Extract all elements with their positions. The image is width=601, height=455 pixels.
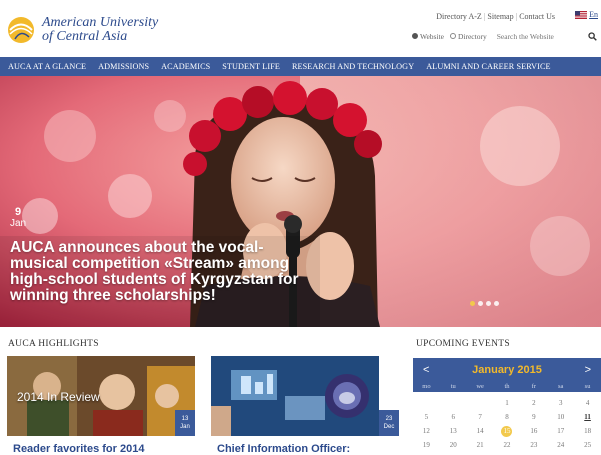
weekday-label: th bbox=[504, 383, 510, 390]
calendar-day[interactable]: 7 bbox=[467, 412, 494, 423]
site-header: American University of Central Asia Dire… bbox=[0, 0, 601, 57]
radio-directory-label: Directory bbox=[457, 31, 487, 41]
calendar-weekdays: mo tu we th fr sa su bbox=[413, 382, 601, 392]
calendar-day[interactable]: 25 bbox=[574, 440, 601, 451]
highlight-card-date-badge: 23 Dec bbox=[379, 410, 399, 436]
search-input[interactable] bbox=[496, 31, 571, 41]
calendar-day[interactable]: 2 bbox=[520, 398, 547, 409]
university-logo[interactable]: American University of Central Asia bbox=[6, 10, 176, 50]
hero-date: 9 Jan bbox=[10, 206, 26, 230]
slide-dot-4[interactable] bbox=[494, 301, 499, 306]
calendar-day[interactable]: 16 bbox=[520, 426, 547, 437]
calendar-next-icon[interactable]: > bbox=[585, 364, 591, 376]
calendar-day[interactable]: 6 bbox=[440, 412, 467, 423]
events-heading: UPCOMING EVENTS bbox=[416, 339, 510, 349]
calendar-day[interactable]: 24 bbox=[547, 440, 574, 451]
calendar-day[interactable]: 3 bbox=[547, 398, 574, 409]
nav-admissions[interactable]: ADMISSIONS bbox=[92, 62, 155, 71]
calendar-day-empty bbox=[467, 398, 494, 409]
hero-headline[interactable]: AUCA announces about the vocal-musical c… bbox=[10, 240, 310, 304]
hero-month: Jan bbox=[10, 218, 27, 229]
calendar-day[interactable]: 13 bbox=[440, 426, 467, 437]
slide-dot-3[interactable] bbox=[486, 301, 491, 306]
calendar-day[interactable]: 19 bbox=[413, 440, 440, 451]
search-bar: Website Directory bbox=[412, 29, 600, 43]
calendar-day[interactable]: 4 bbox=[574, 398, 601, 409]
logo-line-1: American University bbox=[42, 15, 159, 30]
highlight-card-date-badge: 13 Jan bbox=[175, 410, 195, 436]
weekday-label: we bbox=[476, 383, 484, 390]
calendar-day[interactable]: 14 bbox=[467, 426, 494, 437]
hero-day: 9 bbox=[15, 206, 22, 218]
calendar-day[interactable]: 22 bbox=[494, 440, 521, 451]
weekday-label: fr bbox=[531, 383, 537, 390]
top-links: Directory A-Z | Sitemap | Contact Us bbox=[436, 12, 555, 21]
nav-research-and-technology[interactable]: RESEARCH AND TECHNOLOGY bbox=[286, 62, 420, 71]
weekday-label: sa bbox=[558, 383, 564, 390]
logo-emblem-icon bbox=[6, 15, 36, 45]
search-icon[interactable] bbox=[586, 30, 598, 42]
calendar-prev-icon[interactable]: < bbox=[423, 364, 429, 376]
calendar-day-empty bbox=[440, 398, 467, 409]
highlight-card-image bbox=[211, 356, 379, 436]
radio-website-label: Website bbox=[420, 31, 444, 41]
badge-day: 23 bbox=[385, 416, 393, 422]
highlight-card[interactable]: 23 Dec Chief Information Officer: bbox=[211, 356, 399, 455]
calendar-day[interactable]: 8 bbox=[494, 412, 521, 423]
nav-academics[interactable]: ACADEMICS bbox=[155, 62, 216, 71]
language-label: En bbox=[589, 10, 598, 19]
calendar-day[interactable]: 15 bbox=[501, 426, 513, 437]
radio-directory[interactable] bbox=[449, 33, 456, 39]
calendar-header: < January 2015 > bbox=[413, 358, 601, 382]
slide-dot-2[interactable] bbox=[478, 301, 483, 306]
slide-dot-1[interactable] bbox=[470, 301, 475, 306]
calendar-day[interactable]: 9 bbox=[520, 412, 547, 423]
nav-student-life[interactable]: STUDENT LIFE bbox=[216, 62, 286, 71]
weekday-label: mo bbox=[422, 383, 431, 390]
badge-day: 13 bbox=[181, 416, 189, 422]
highlights-heading: AUCA HIGHLIGHTS bbox=[8, 339, 99, 349]
calendar-day[interactable]: 10 bbox=[547, 412, 574, 423]
weekday-label: tu bbox=[450, 383, 456, 390]
highlight-card-title[interactable]: Reader favorites for 2014 bbox=[13, 443, 144, 455]
radio-website[interactable] bbox=[412, 33, 418, 39]
calendar-day[interactable]: 18 bbox=[574, 426, 601, 437]
logo-text: American University of Central Asia bbox=[42, 16, 158, 44]
calendar-day[interactable]: 12 bbox=[413, 426, 440, 437]
calendar-days: 1 2 3 4 5 6 7 8 9 10 11 12 13 14 15 16 17 18 19 20 21 22 23 24 2… bbox=[413, 398, 601, 451]
calendar-day[interactable]: 21 bbox=[467, 440, 494, 451]
calendar-day[interactable]: 11 bbox=[574, 412, 601, 423]
calendar-day[interactable]: 5 bbox=[413, 412, 440, 423]
nav-auca-at-a-glance[interactable]: AUCA AT A GLANCE bbox=[0, 62, 92, 71]
calendar-day[interactable]: 23 bbox=[520, 440, 547, 451]
link-directory-az[interactable]: Directory A-Z bbox=[436, 12, 482, 21]
calendar-month-label: January 2015 bbox=[472, 364, 542, 376]
nav-alumni-and-career-service[interactable]: ALUMNI AND CAREER SERVICE bbox=[420, 62, 556, 71]
badge-month: Jan bbox=[180, 424, 190, 430]
highlight-card-image: 2014 In Review bbox=[7, 356, 195, 436]
link-contact-us[interactable]: Contact Us bbox=[519, 12, 555, 21]
highlight-card-title[interactable]: Chief Information Officer: bbox=[217, 443, 350, 455]
badge-month: Dec bbox=[383, 424, 395, 430]
language-switch[interactable]: En bbox=[575, 10, 598, 19]
weekday-label: su bbox=[584, 383, 591, 390]
calendar-day-empty bbox=[413, 398, 440, 409]
main-navigation: AUCA AT A GLANCE ADMISSIONS ACADEMICS ST… bbox=[0, 57, 601, 76]
calendar-day[interactable]: 17 bbox=[547, 426, 574, 437]
link-sitemap[interactable]: Sitemap bbox=[487, 12, 513, 21]
slider-pagination bbox=[470, 301, 499, 306]
logo-line-2: of Central Asia bbox=[42, 29, 128, 44]
hero-slider[interactable]: 9 Jan AUCA announces about the vocal-mus… bbox=[0, 76, 601, 327]
calendar-day[interactable]: 1 bbox=[494, 398, 521, 409]
us-flag-icon bbox=[575, 10, 588, 19]
highlight-card-caption: 2014 In Review bbox=[17, 390, 100, 404]
calendar-day[interactable]: 20 bbox=[440, 440, 467, 451]
highlight-card[interactable]: 2014 In Review 13 Jan Reader favorites f… bbox=[7, 356, 195, 455]
